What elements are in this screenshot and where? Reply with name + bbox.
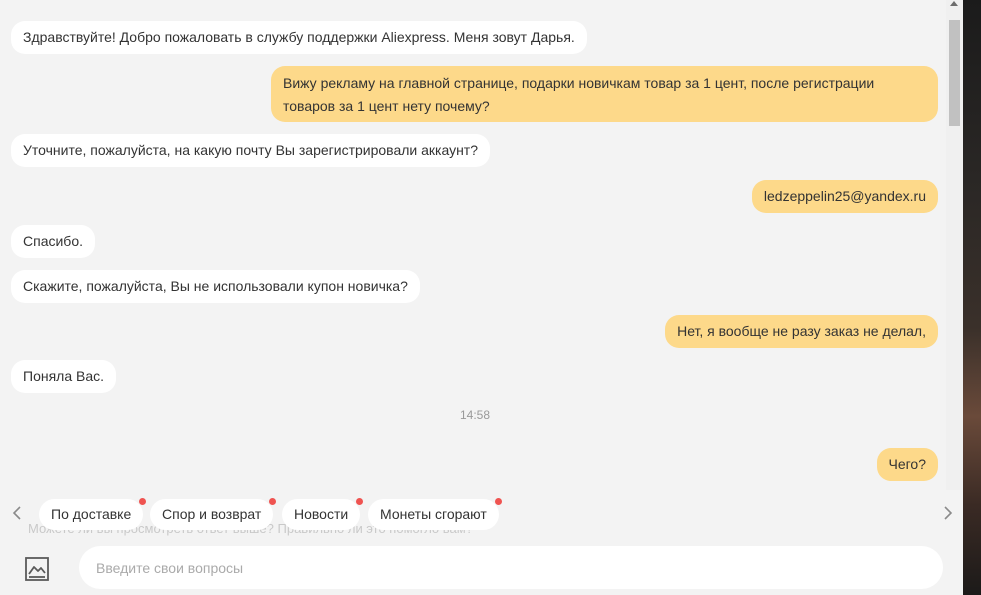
message-text: ledzeppelin25@yandex.ru <box>763 188 926 204</box>
message-text: Вижу рекламу на главной странице, подарк… <box>283 75 875 114</box>
message-list: Здравствуйте! Добро пожаловать в службу … <box>0 0 946 490</box>
message-incoming: Здравствуйте! Добро пожаловать в службу … <box>11 21 587 54</box>
scroll-up-arrow-icon[interactable] <box>950 1 958 6</box>
image-upload-icon[interactable] <box>24 556 50 582</box>
support-chat-window: Здравствуйте! Добро пожаловать в службу … <box>0 0 963 595</box>
notification-dot <box>494 498 502 505</box>
message-incoming: Уточните, пожалуйста, на какую почту Вы … <box>11 134 491 167</box>
message-incoming: Скажите, пожалуйста, Вы не использовали … <box>11 270 420 303</box>
message-text: Уточните, пожалуйста, на какую почту Вы … <box>23 142 479 158</box>
question-input[interactable] <box>79 546 943 589</box>
chevron-left-icon[interactable] <box>12 505 22 521</box>
chevron-right-icon[interactable] <box>943 505 953 521</box>
message-timestamp: 14:58 <box>459 408 491 422</box>
message-outgoing: Нет, я вообще не разу заказ не делал, <box>665 315 938 348</box>
message-text: Чего? <box>888 456 927 472</box>
chat-scrollbar[interactable] <box>946 0 963 490</box>
chip-label: Спор и возврат <box>162 506 262 522</box>
message-text: Спасибо. <box>23 233 83 249</box>
quick-reply-delivery[interactable]: По доставке <box>39 498 147 530</box>
quick-reply-news[interactable]: Новости <box>282 498 364 530</box>
message-text: Нет, я вообще не разу заказ не делал, <box>677 323 926 339</box>
message-text: Поняла Вас. <box>23 368 105 384</box>
message-incoming: Спасибо. <box>11 225 95 258</box>
notification-dot <box>356 498 364 505</box>
chip-label: Монеты сгорают <box>380 506 487 522</box>
message-outgoing: Чего? <box>876 448 938 481</box>
message-incoming: Поняла Вас. <box>11 360 117 393</box>
quick-replies-bar: Можете ли вы просмотреть ответ выше? Пра… <box>0 490 963 540</box>
quick-reply-coins[interactable]: Монеты сгорают <box>368 498 502 530</box>
scroll-thumb[interactable] <box>949 20 960 126</box>
quick-reply-dispute[interactable]: Спор и возврат <box>150 498 277 530</box>
message-text: Скажите, пожалуйста, Вы не использовали … <box>23 278 408 294</box>
chip-label: Новости <box>294 506 349 522</box>
message-outgoing: ledzeppelin25@yandex.ru <box>751 180 938 213</box>
notification-dot <box>139 498 147 505</box>
chip-label: По доставке <box>51 506 132 522</box>
composer <box>0 540 963 595</box>
background-strip <box>963 0 981 595</box>
notification-dot <box>269 498 277 505</box>
message-text: Здравствуйте! Добро пожаловать в службу … <box>23 29 575 45</box>
message-outgoing: Вижу рекламу на главной странице, подарк… <box>271 66 938 122</box>
